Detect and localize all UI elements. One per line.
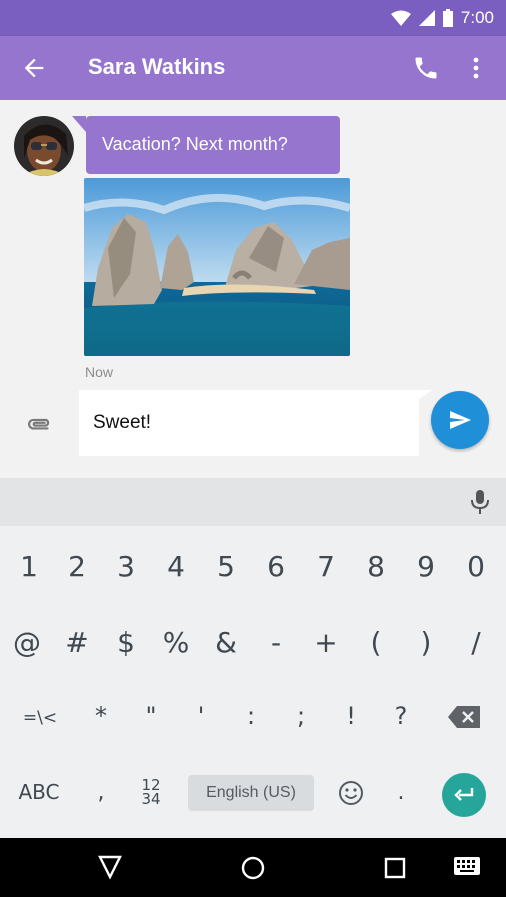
- message-photo[interactable]: [84, 178, 350, 356]
- symbol-keyboard: 1 2 3 4 5 6 7 8 9 0 @ # $ % & - + ( ) / …: [0, 526, 506, 838]
- key-open-paren[interactable]: (: [351, 626, 401, 659]
- key-6[interactable]: 6: [251, 550, 301, 583]
- input-tail: [418, 390, 432, 400]
- key-minus[interactable]: -: [251, 626, 301, 659]
- nav-recents-icon[interactable]: [384, 857, 406, 879]
- enter-key[interactable]: [442, 773, 486, 817]
- key-colon[interactable]: :: [226, 702, 276, 730]
- signal-icon: [418, 10, 435, 26]
- status-time: 7:00: [460, 8, 494, 27]
- message-timestamp: Now: [85, 364, 114, 380]
- message-text: Vacation? Next month?: [102, 134, 288, 154]
- key-9[interactable]: 9: [401, 550, 451, 583]
- back-arrow-icon[interactable]: [20, 54, 48, 82]
- status-icons: 7:00: [390, 8, 494, 28]
- composer: Sweet!: [0, 390, 506, 460]
- key-dollar[interactable]: $: [101, 626, 151, 659]
- key-7[interactable]: 7: [301, 550, 351, 583]
- key-asterisk[interactable]: *: [76, 702, 126, 730]
- keyboard-suggestion-strip: [0, 478, 506, 526]
- keyboard-icon[interactable]: [454, 857, 480, 875]
- key-question[interactable]: ?: [376, 702, 426, 730]
- key-double-quote[interactable]: ": [126, 702, 176, 730]
- message-bubble[interactable]: Vacation? Next month?: [72, 116, 340, 174]
- key-2[interactable]: 2: [52, 550, 102, 583]
- backspace-icon[interactable]: [448, 706, 480, 728]
- key-abc[interactable]: ABC: [14, 780, 64, 804]
- battery-icon: [442, 9, 453, 27]
- key-8[interactable]: 8: [351, 550, 401, 583]
- key-comma[interactable]: ,: [76, 780, 126, 805]
- key-4[interactable]: 4: [151, 550, 201, 583]
- avatar[interactable]: [14, 116, 74, 176]
- navigation-bar: [0, 838, 506, 897]
- key-at[interactable]: @: [2, 626, 52, 659]
- key-exclamation[interactable]: !: [326, 702, 376, 730]
- key-numpad[interactable]: 12 34: [126, 778, 176, 808]
- key-semicolon[interactable]: ;: [276, 702, 326, 730]
- send-icon: [450, 411, 471, 429]
- key-period[interactable]: .: [376, 780, 426, 805]
- emoji-key[interactable]: [326, 780, 376, 810]
- mic-icon[interactable]: [468, 488, 492, 516]
- bubble-tail: [72, 116, 86, 132]
- key-slash[interactable]: /: [451, 626, 501, 659]
- send-button[interactable]: [431, 391, 489, 449]
- conversation-title: Sara Watkins: [88, 54, 226, 79]
- message-input[interactable]: Sweet!: [79, 390, 419, 456]
- nav-back-icon[interactable]: [98, 854, 122, 880]
- message-input-text[interactable]: Sweet!: [93, 412, 151, 434]
- paperclip-icon[interactable]: [24, 412, 54, 442]
- spacebar-language[interactable]: English (US): [188, 775, 314, 811]
- key-3[interactable]: 3: [101, 550, 151, 583]
- key-close-paren[interactable]: ): [401, 626, 451, 659]
- key-single-quote[interactable]: ': [176, 702, 226, 730]
- enter-icon: [454, 788, 474, 801]
- more-vert-icon[interactable]: [466, 54, 486, 82]
- key-5[interactable]: 5: [201, 550, 251, 583]
- key-plus[interactable]: +: [301, 626, 351, 659]
- status-bar: 7:00: [0, 0, 506, 36]
- phone-icon[interactable]: [412, 54, 440, 82]
- app-bar: Sara Watkins: [0, 36, 506, 100]
- nav-home-icon[interactable]: [240, 855, 266, 881]
- key-more-symbols[interactable]: =\<: [15, 708, 65, 728]
- key-percent[interactable]: %: [151, 626, 201, 659]
- numpad-bottom: 34: [141, 790, 161, 808]
- key-1[interactable]: 1: [4, 550, 54, 583]
- wifi-icon: [390, 10, 411, 26]
- key-hash[interactable]: #: [52, 626, 102, 659]
- key-0[interactable]: 0: [451, 550, 501, 583]
- key-ampersand[interactable]: &: [201, 626, 251, 659]
- emoji-icon: [339, 781, 363, 805]
